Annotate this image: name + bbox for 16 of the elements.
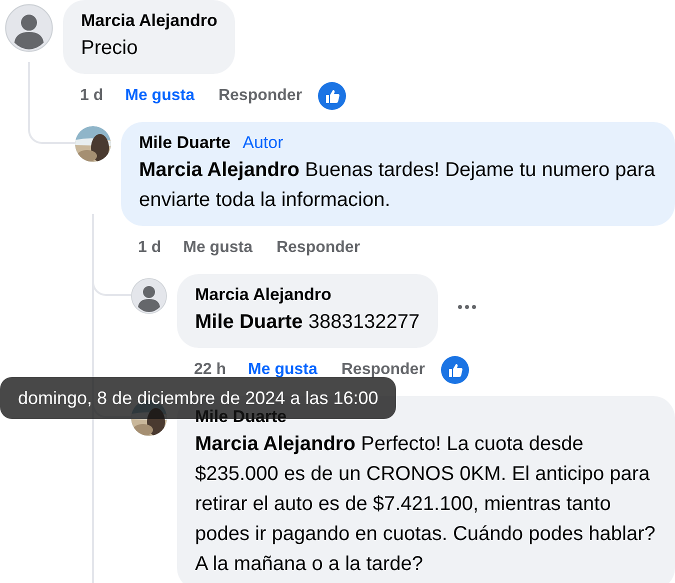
- comment-text: Precio: [81, 36, 139, 61]
- author-name[interactable]: Mile Duarte: [139, 131, 231, 155]
- reply-link[interactable]: Responder: [341, 358, 425, 382]
- comment-text: Mile Duarte 3883132277: [195, 310, 420, 335]
- comment-text: Marcia Alejandro Buenas tardes! Dejame tu numero para enviarte toda la informacion.: [139, 158, 656, 213]
- like-link[interactable]: Me gusta: [125, 84, 194, 108]
- like-link[interactable]: Me gusta: [248, 358, 318, 382]
- author-name[interactable]: Marcia Alejandro: [195, 283, 332, 307]
- like-link[interactable]: Me gusta: [183, 236, 252, 260]
- reply-link[interactable]: Responder: [218, 84, 302, 108]
- comment-time[interactable]: 1 d: [138, 236, 162, 260]
- comment-text: Marcia Alejandro Perfecto! La cuota desde $235.000 es de un CRONOS 0KM. El anticipo para retirar el auto es de $7.421.100, mientras tanto podes ir pagando en cuotas. Cuándo podes hablar? A la mañana o a la tarde?: [195, 432, 656, 577]
- author-name[interactable]: Marcia Alejandro: [81, 9, 218, 33]
- comment-time[interactable]: 1 d: [80, 84, 104, 108]
- author-label: Autor: [242, 132, 284, 154]
- reply-link[interactable]: Responder: [276, 236, 360, 260]
